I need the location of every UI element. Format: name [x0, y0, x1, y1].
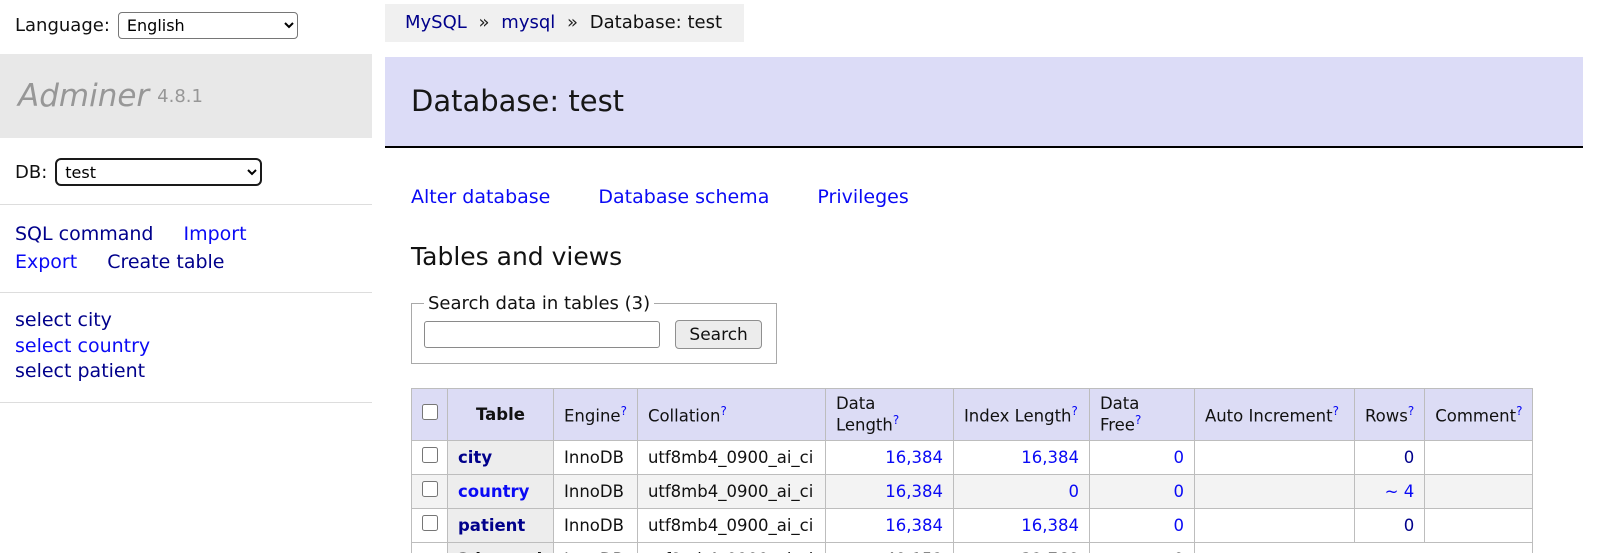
- adminer-logo[interactable]: Adminer: [18, 78, 149, 114]
- comment-cell: [1425, 474, 1533, 508]
- help-icon[interactable]: ?: [1135, 413, 1141, 427]
- col-header-table: Table: [448, 389, 554, 441]
- privileges-link[interactable]: Privileges: [817, 186, 908, 208]
- alter-database-link[interactable]: Alter database: [411, 186, 550, 208]
- comment-cell: [1425, 440, 1533, 474]
- row-checkbox[interactable]: [422, 481, 438, 497]
- breadcrumb-separator: »: [567, 12, 578, 33]
- adminer-page: Language: English Adminer 4.8.1 DB: test…: [0, 0, 1600, 553]
- breadcrumb: MySQL » mysql » Database: test: [385, 4, 744, 42]
- logo-band: Adminer 4.8.1: [0, 54, 372, 138]
- help-icon[interactable]: ?: [1333, 404, 1339, 418]
- col-header-index-length: Index Length?: [953, 389, 1089, 441]
- sidebar-item-select-city[interactable]: select city: [15, 308, 385, 334]
- comment-cell: [1425, 508, 1533, 542]
- db-select[interactable]: test: [55, 158, 262, 186]
- table-row: city InnoDB utf8mb4_0900_ai_ci 16,384 16…: [412, 440, 1533, 474]
- index-length-link[interactable]: 16,384: [1021, 448, 1079, 467]
- auto-increment-cell: [1194, 508, 1354, 542]
- export-link[interactable]: Export: [15, 251, 77, 273]
- table-name-link[interactable]: country: [458, 482, 529, 501]
- breadcrumb-current: Database: test: [590, 12, 722, 33]
- tables-overview-table: Table Engine? Collation? Data Length? In…: [411, 388, 1533, 553]
- adminer-version: 4.8.1: [157, 86, 203, 107]
- create-table-link[interactable]: Create table: [107, 251, 224, 273]
- table-name-link[interactable]: city: [458, 448, 492, 467]
- search-legend: Search data in tables (3): [424, 293, 654, 314]
- db-label: DB:: [15, 162, 47, 183]
- table-row: country InnoDB utf8mb4_0900_ai_ci 16,384…: [412, 474, 1533, 508]
- db-row: DB: test: [0, 138, 385, 204]
- database-actions: Alter database Database schema Privilege…: [385, 148, 1583, 208]
- collation-cell: utf8mb4_0900_ai_ci: [637, 440, 825, 474]
- search-fieldset: Search data in tables (3) Search: [411, 293, 777, 364]
- search-button[interactable]: Search: [675, 320, 761, 349]
- sidebar: Language: English Adminer 4.8.1 DB: test…: [0, 0, 385, 553]
- col-header-rows: Rows?: [1354, 389, 1424, 441]
- col-header-comment: Comment?: [1425, 389, 1533, 441]
- table-header-row: Table Engine? Collation? Data Length? In…: [412, 389, 1533, 441]
- col-header-data-free: Data Free?: [1089, 389, 1194, 441]
- total-data-free: 0: [1089, 542, 1194, 553]
- help-icon[interactable]: ?: [720, 404, 726, 418]
- help-icon[interactable]: ?: [1072, 404, 1078, 418]
- sidebar-table-list: select city select country select patien…: [0, 293, 385, 402]
- rows-count-link[interactable]: 0: [1404, 448, 1415, 467]
- data-length-link[interactable]: 16,384: [885, 482, 943, 501]
- help-icon[interactable]: ?: [893, 413, 899, 427]
- title-band: Database: test: [385, 57, 1583, 148]
- total-label: 3 in total: [448, 542, 554, 553]
- engine-cell: InnoDB: [554, 440, 638, 474]
- col-header-auto-increment: Auto Increment?: [1194, 389, 1354, 441]
- auto-increment-cell: [1194, 440, 1354, 474]
- search-input[interactable]: [424, 321, 660, 348]
- data-length-link[interactable]: 16,384: [885, 448, 943, 467]
- data-free-link[interactable]: 0: [1173, 482, 1184, 501]
- collation-cell: utf8mb4_0900_ai_ci: [637, 474, 825, 508]
- sql-command-link[interactable]: SQL command: [15, 223, 153, 245]
- total-index-length: 32,768: [953, 542, 1089, 553]
- help-icon[interactable]: ?: [621, 404, 627, 418]
- database-schema-link[interactable]: Database schema: [598, 186, 769, 208]
- engine-cell: InnoDB: [554, 508, 638, 542]
- breadcrumb-separator: »: [479, 12, 490, 33]
- help-icon[interactable]: ?: [1408, 404, 1414, 418]
- collation-cell: utf8mb4_0900_ai_ci: [637, 508, 825, 542]
- sidebar-item-select-patient[interactable]: select patient: [15, 359, 385, 385]
- index-length-link[interactable]: 16,384: [1021, 516, 1079, 535]
- table-row: patient InnoDB utf8mb4_0900_ai_ci 16,384…: [412, 508, 1533, 542]
- col-header-collation: Collation?: [637, 389, 825, 441]
- col-header-engine: Engine?: [554, 389, 638, 441]
- sidebar-item-select-country[interactable]: select country: [15, 334, 385, 360]
- language-label: Language:: [15, 15, 110, 36]
- main-content: MySQL » mysql » Database: test Database:…: [385, 0, 1600, 553]
- index-length-link[interactable]: 0: [1068, 482, 1079, 501]
- data-length-link[interactable]: 16,384: [885, 516, 943, 535]
- page-title: Database: test: [411, 84, 1583, 118]
- language-row: Language: English: [0, 0, 385, 51]
- data-free-link[interactable]: 0: [1173, 448, 1184, 467]
- total-engine-cell: InnoDB: [554, 542, 638, 553]
- help-icon[interactable]: ?: [1516, 404, 1522, 418]
- total-collation-cell: utf8mb4_0900_ai_ci: [637, 542, 825, 553]
- col-header-data-length: Data Length?: [825, 389, 953, 441]
- table-name-link[interactable]: patient: [458, 516, 525, 535]
- total-data-length: 49,152: [825, 542, 953, 553]
- table-total-row: 3 in total InnoDB utf8mb4_0900_ai_ci 49,…: [412, 542, 1533, 553]
- import-link[interactable]: Import: [183, 223, 246, 245]
- engine-cell: InnoDB: [554, 474, 638, 508]
- row-checkbox[interactable]: [422, 447, 438, 463]
- row-checkbox[interactable]: [422, 515, 438, 531]
- language-select[interactable]: English: [118, 12, 298, 39]
- section-title: Tables and views: [385, 208, 1583, 271]
- sidebar-actions: SQL command Import Export Create table: [0, 205, 385, 292]
- select-all-checkbox[interactable]: [422, 404, 438, 420]
- sidebar-divider: [0, 402, 372, 403]
- breadcrumb-db-link[interactable]: mysql: [501, 12, 555, 33]
- breadcrumb-server-link[interactable]: MySQL: [405, 12, 467, 33]
- rows-count-link[interactable]: ~ 4: [1385, 482, 1415, 501]
- rows-count-link[interactable]: 0: [1404, 516, 1415, 535]
- data-free-link[interactable]: 0: [1173, 516, 1184, 535]
- auto-increment-cell: [1194, 474, 1354, 508]
